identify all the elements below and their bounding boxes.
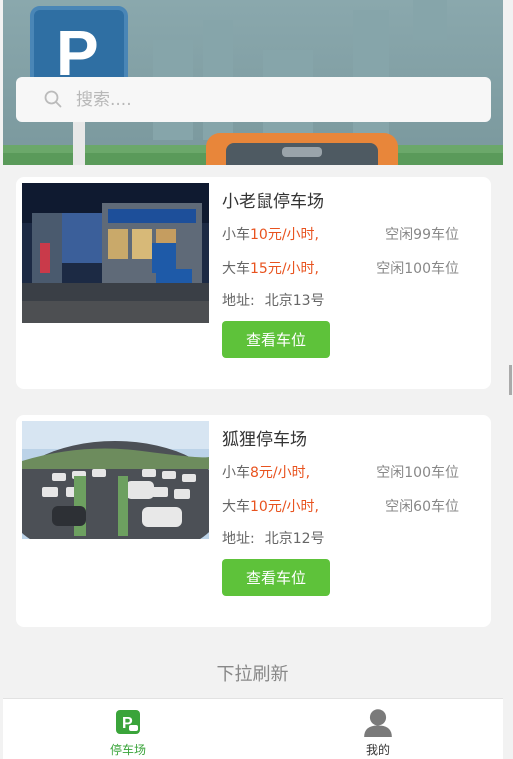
small-car-rate: 小车8元/小时,	[222, 465, 311, 481]
small-car-free-spots: 空闲100车位	[376, 465, 459, 481]
tab-parking[interactable]: P 停车场	[3, 699, 253, 759]
parking-lot-card[interactable]: 小老鼠停车场 小车10元/小时, 空闲99车位 大车15元/小时, 空闲100车…	[16, 177, 491, 389]
parking-lot-address: 地址: 北京12号	[222, 531, 325, 547]
parking-lot-name: 狐狸停车场	[222, 430, 307, 450]
search-input[interactable]	[76, 77, 476, 122]
user-icon	[364, 709, 392, 737]
tab-label: 我的	[365, 743, 390, 757]
search-icon	[44, 90, 62, 108]
parking-lot-name: 小老鼠停车场	[222, 192, 324, 212]
large-car-rate: 大车15元/小时,	[222, 261, 319, 277]
view-spots-button[interactable]: 查看车位	[222, 559, 330, 596]
scrollbar-thumb[interactable]	[509, 365, 512, 395]
bottom-tab-bar: P 停车场 我的	[3, 698, 503, 759]
small-car-free-spots: 空闲99车位	[385, 227, 459, 243]
parking-lot-photo	[22, 183, 209, 323]
parking-lot-photo	[22, 421, 209, 561]
car-illustration	[206, 133, 398, 165]
parking-lot-address: 地址: 北京13号	[222, 293, 325, 309]
view-spots-button[interactable]: 查看车位	[222, 321, 330, 358]
large-car-rate: 大车10元/小时,	[222, 499, 319, 515]
tab-label: 停车场	[109, 743, 146, 757]
large-car-free-spots: 空闲100车位	[376, 261, 459, 277]
parking-lot-card[interactable]: 狐狸停车场 小车8元/小时, 空闲100车位 大车10元/小时, 空闲60车位 …	[16, 415, 491, 627]
small-car-rate: 小车10元/小时,	[222, 227, 319, 243]
search-bar[interactable]	[16, 77, 491, 122]
tab-mine[interactable]: 我的	[253, 699, 503, 759]
parking-icon: P	[116, 710, 140, 734]
large-car-free-spots: 空闲60车位	[385, 499, 459, 515]
pull-to-refresh-hint: 下拉刷新	[216, 664, 289, 685]
